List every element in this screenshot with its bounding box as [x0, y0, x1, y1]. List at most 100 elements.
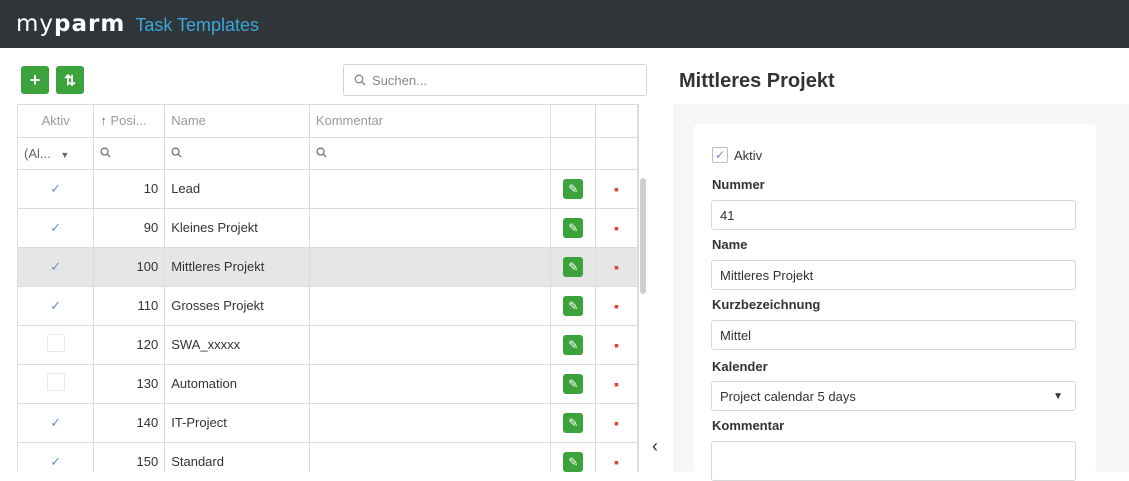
position-cell: 140	[93, 403, 166, 443]
sort-ascending-icon: ↑	[100, 113, 111, 129]
table-row[interactable]: ✓ 10 Lead ✎ ▪	[18, 169, 638, 209]
column-header-kommentar[interactable]: Kommentar	[309, 105, 552, 138]
kommentar-cell	[309, 364, 552, 404]
table-row[interactable]: 120 SWA_xxxxx ✎ ▪	[18, 325, 638, 365]
table-row[interactable]: ✓ 110 Grosses Projekt ✎ ▪	[18, 286, 638, 326]
aktiv-checkbox[interactable]: ✓	[18, 286, 95, 326]
name-cell: Lead	[164, 169, 310, 209]
table-row[interactable]: ✓ 140 IT-Project ✎ ▪	[18, 403, 638, 443]
trash-icon: ▪	[614, 297, 620, 314]
aktiv-checkbox[interactable]: ✓	[18, 169, 95, 209]
trash-icon: ▪	[614, 336, 620, 353]
position-cell: 90	[93, 208, 166, 248]
trash-icon: ▪	[614, 453, 620, 470]
search-icon	[171, 147, 182, 158]
edit-icon: ✎	[563, 373, 584, 394]
edit-icon: ✎	[563, 451, 584, 472]
grid-header-row: Aktiv ↑ Posi... Name Kommentar	[18, 105, 638, 138]
search-input[interactable]: Suchen...	[343, 64, 647, 96]
kalender-select[interactable]: Project calendar 5 days ▼	[711, 381, 1076, 411]
kommentar-filter[interactable]	[309, 137, 552, 170]
edit-button[interactable]: ✎	[550, 325, 597, 365]
aktiv-checkbox[interactable]: ✓	[18, 403, 95, 443]
aktiv-checkbox[interactable]: ✓	[18, 442, 95, 472]
edit-button[interactable]: ✎	[550, 442, 597, 472]
search-icon	[316, 147, 327, 158]
edit-icon: ✎	[563, 412, 584, 433]
table-row[interactable]: ✓ 100 Mittleres Projekt ✎ ▪	[18, 247, 638, 287]
grid-toolbar: + ⇅	[21, 66, 84, 94]
unchecked-box	[46, 334, 65, 352]
delete-button[interactable]: ▪	[595, 247, 638, 287]
kommentar-field[interactable]	[711, 441, 1076, 481]
edit-icon: ✎	[563, 334, 584, 355]
filter-row: (Al... ▼	[18, 137, 638, 170]
name-cell: Automation	[164, 364, 310, 404]
grid-scrollbar-thumb[interactable]	[640, 178, 646, 294]
position-filter[interactable]	[93, 137, 166, 170]
column-header-aktiv[interactable]: Aktiv	[18, 105, 95, 138]
kurzbezeichnung-field[interactable]: Mittel	[711, 320, 1076, 350]
delete-button[interactable]: ▪	[595, 169, 638, 209]
app-logo[interactable]: myparm	[16, 11, 125, 37]
position-cell: 120	[93, 325, 166, 365]
name-cell: IT-Project	[164, 403, 310, 443]
name-cell: Grosses Projekt	[164, 286, 310, 326]
table-row[interactable]: ✓ 90 Kleines Projekt ✎ ▪	[18, 208, 638, 248]
name-field[interactable]: Mittleres Projekt	[711, 260, 1076, 290]
page-title: Task Templates	[135, 15, 260, 35]
nummer-field[interactable]: 41	[711, 200, 1076, 230]
edit-button[interactable]: ✎	[550, 364, 597, 404]
position-cell: 130	[93, 364, 166, 404]
column-header-edit	[550, 105, 597, 138]
checkmark-icon: ✓	[712, 147, 728, 163]
column-header-delete	[595, 105, 638, 138]
kommentar-cell	[309, 325, 552, 365]
sort-button[interactable]: ⇅	[56, 66, 84, 94]
aktiv-checkbox[interactable]: ✓	[18, 208, 95, 248]
checkmark-icon: ✓	[50, 258, 62, 274]
aktiv-checkbox[interactable]: ✓ Aktiv	[712, 147, 762, 163]
delete-button[interactable]: ▪	[595, 364, 638, 404]
column-header-name[interactable]: Name	[164, 105, 310, 138]
add-button[interactable]: +	[21, 66, 49, 94]
edit-button[interactable]: ✎	[550, 208, 597, 248]
table-row[interactable]: 130 Automation ✎ ▪	[18, 364, 638, 404]
edit-icon: ✎	[563, 217, 584, 238]
aktiv-checkbox[interactable]	[18, 364, 95, 404]
position-cell: 150	[93, 442, 166, 472]
position-cell: 100	[93, 247, 166, 287]
name-cell: SWA_xxxxx	[164, 325, 310, 365]
delete-button[interactable]: ▪	[595, 403, 638, 443]
column-header-position[interactable]: ↑ Posi...	[93, 105, 166, 138]
kommentar-cell	[309, 169, 552, 209]
edit-button[interactable]: ✎	[550, 286, 597, 326]
position-cell: 10	[93, 169, 166, 209]
kommentar-cell	[309, 286, 552, 326]
plus-icon: +	[29, 69, 41, 90]
delete-button[interactable]: ▪	[595, 325, 638, 365]
kommentar-cell	[309, 247, 552, 287]
search-icon	[354, 74, 366, 86]
templates-grid: Aktiv ↑ Posi... Name Kommentar (Al... ▼ …	[17, 104, 639, 472]
delete-button[interactable]: ▪	[595, 286, 638, 326]
trash-icon: ▪	[614, 219, 620, 236]
trash-icon: ▪	[614, 180, 620, 197]
kommentar-cell	[309, 208, 552, 248]
edit-button[interactable]: ✎	[550, 247, 597, 287]
name-filter[interactable]	[164, 137, 310, 170]
sort-icon: ⇅	[64, 71, 76, 88]
delete-button[interactable]: ▪	[595, 442, 638, 472]
checkmark-icon: ✓	[50, 219, 62, 235]
checkmark-icon: ✓	[50, 180, 62, 196]
edit-button[interactable]: ✎	[550, 403, 597, 443]
delete-button[interactable]: ▪	[595, 208, 638, 248]
collapse-panel-icon[interactable]: ‹	[652, 436, 658, 457]
aktiv-checkbox[interactable]	[18, 325, 95, 365]
table-row[interactable]: ✓ 150 Standard ✎ ▪	[18, 442, 638, 472]
aktiv-filter-select[interactable]: (Al... ▼	[18, 137, 95, 170]
edit-button[interactable]: ✎	[550, 169, 597, 209]
aktiv-checkbox[interactable]: ✓	[18, 247, 95, 287]
nummer-label: Nummer	[712, 177, 765, 192]
checkmark-icon: ✓	[50, 453, 62, 469]
